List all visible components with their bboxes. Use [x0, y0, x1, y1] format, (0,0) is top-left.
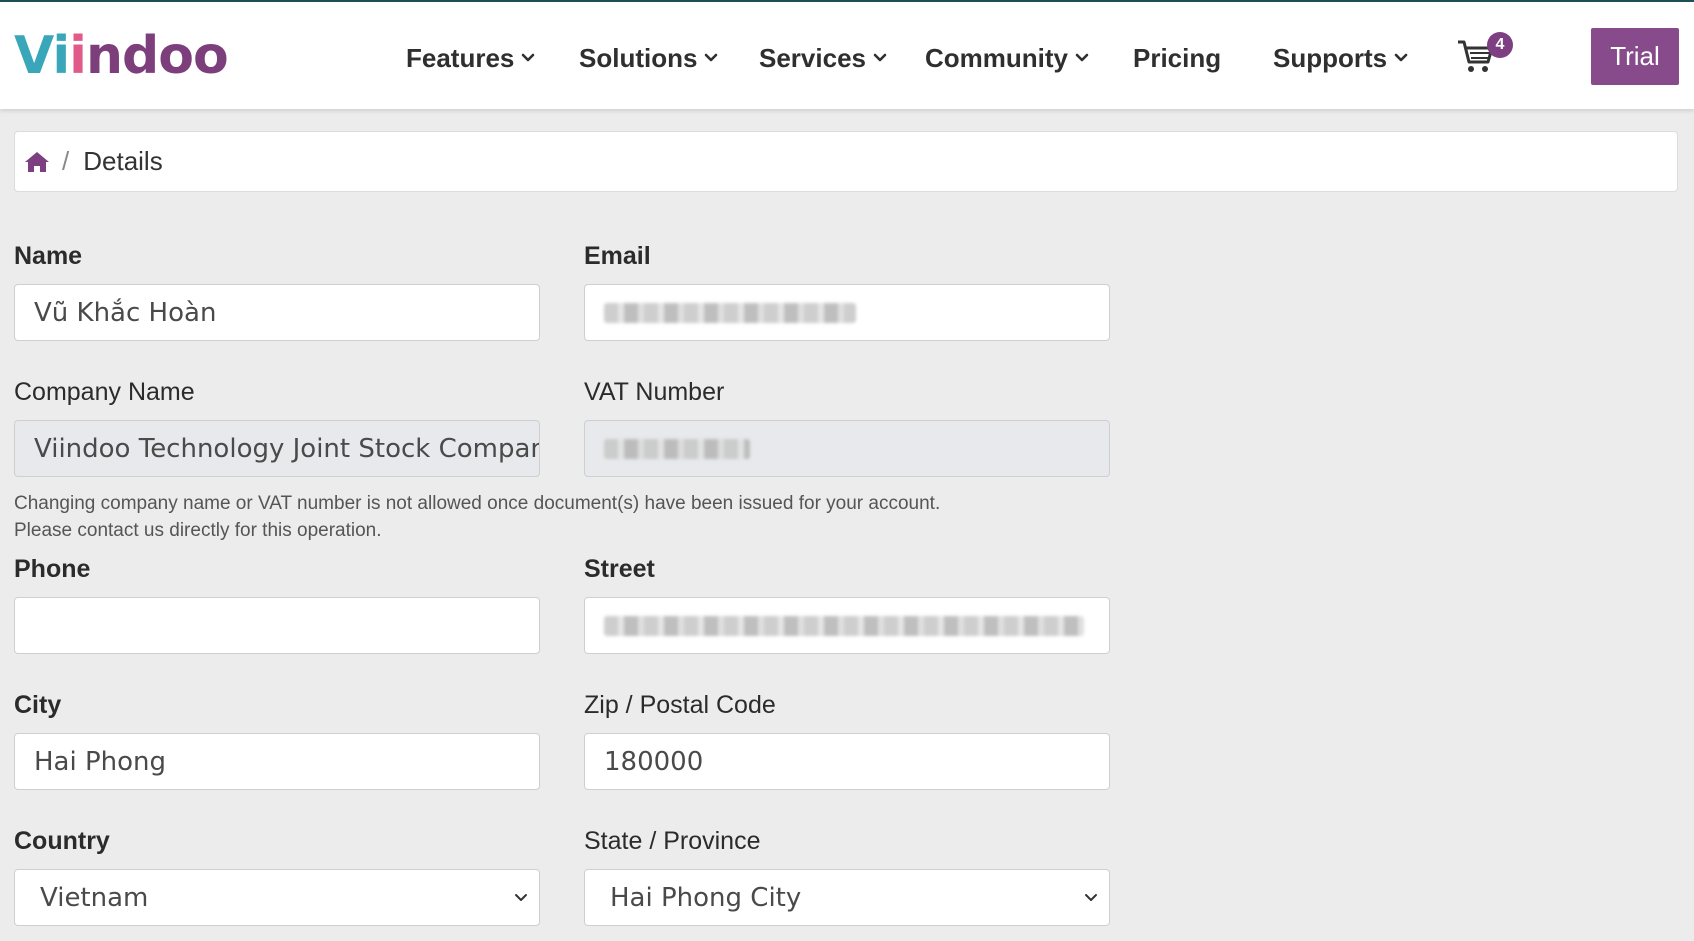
nav-supports[interactable]: Supports: [1273, 40, 1409, 76]
breadcrumb-separator: /: [62, 146, 70, 176]
nav-pricing-label: Pricing: [1133, 42, 1222, 73]
nav-solutions-label: Solutions: [579, 42, 698, 73]
help-line-2: Please contact us directly for this oper…: [14, 520, 382, 541]
company-change-help-text: Changing company name or VAT number is n…: [14, 490, 940, 544]
name-value: Vũ Khắc Hoàn: [34, 297, 217, 328]
nav-pricing[interactable]: Pricing: [1133, 40, 1221, 76]
name-label: Name: [14, 242, 83, 270]
email-field[interactable]: [584, 284, 1110, 341]
name-field[interactable]: Vũ Khắc Hoàn: [14, 284, 540, 341]
company-name-label: Company Name: [14, 378, 195, 406]
chevron-down-icon: [1085, 894, 1097, 901]
street-redacted: [604, 615, 1084, 636]
nav-supports-label: Supports: [1273, 42, 1388, 73]
chevron-down-icon: [515, 894, 527, 901]
street-label: Street: [584, 555, 655, 583]
cart-count-badge: 4: [1487, 32, 1513, 58]
top-navbar: Viindoo Features Solutions Services Comm…: [0, 0, 1694, 109]
city-label: City: [14, 691, 62, 719]
chevron-down-icon: [1394, 53, 1408, 62]
trial-button[interactable]: Trial: [1591, 28, 1679, 85]
chevron-down-icon: [522, 53, 535, 62]
phone-label: Phone: [14, 555, 91, 583]
state-select[interactable]: Hai Phong City: [584, 869, 1110, 926]
street-field[interactable]: [584, 597, 1110, 654]
breadcrumb-current: Details: [83, 146, 163, 176]
chevron-down-icon: [873, 53, 887, 62]
email-label: Email: [584, 242, 651, 270]
city-field[interactable]: Hai Phong: [14, 733, 540, 790]
zip-label: Zip / Postal Code: [584, 691, 776, 719]
nav-community[interactable]: Community: [925, 40, 1090, 76]
country-value: Vietnam: [40, 882, 149, 913]
zip-value: 180000: [604, 746, 704, 777]
breadcrumb: / Details: [14, 131, 1678, 192]
nav-community-label: Community: [925, 42, 1068, 73]
nav-services-label: Services: [759, 42, 866, 73]
company-name-field: Viindoo Technology Joint Stock Company: [14, 420, 540, 477]
chevron-down-icon: [1075, 53, 1089, 62]
state-label: State / Province: [584, 827, 761, 855]
nav-services[interactable]: Services: [759, 40, 888, 76]
nav-solutions[interactable]: Solutions: [579, 40, 719, 76]
country-label: Country: [14, 827, 110, 855]
viindoo-logo[interactable]: Viindoo: [14, 26, 229, 86]
company-name-value: Viindoo Technology Joint Stock Company: [34, 433, 540, 464]
country-select[interactable]: Vietnam: [14, 869, 540, 926]
zip-field[interactable]: 180000: [584, 733, 1110, 790]
home-icon[interactable]: [24, 150, 50, 174]
vat-redacted: [604, 438, 750, 459]
nav-features[interactable]: Features: [406, 40, 536, 76]
state-value: Hai Phong City: [610, 882, 802, 913]
vat-number-field: [584, 420, 1110, 477]
phone-field[interactable]: [14, 597, 540, 654]
help-line-1: Changing company name or VAT number is n…: [14, 493, 941, 514]
email-redacted: [604, 302, 856, 323]
vat-number-label: VAT Number: [584, 378, 725, 406]
nav-features-label: Features: [406, 42, 515, 73]
city-value: Hai Phong: [34, 746, 167, 777]
chevron-down-icon: [705, 53, 718, 62]
